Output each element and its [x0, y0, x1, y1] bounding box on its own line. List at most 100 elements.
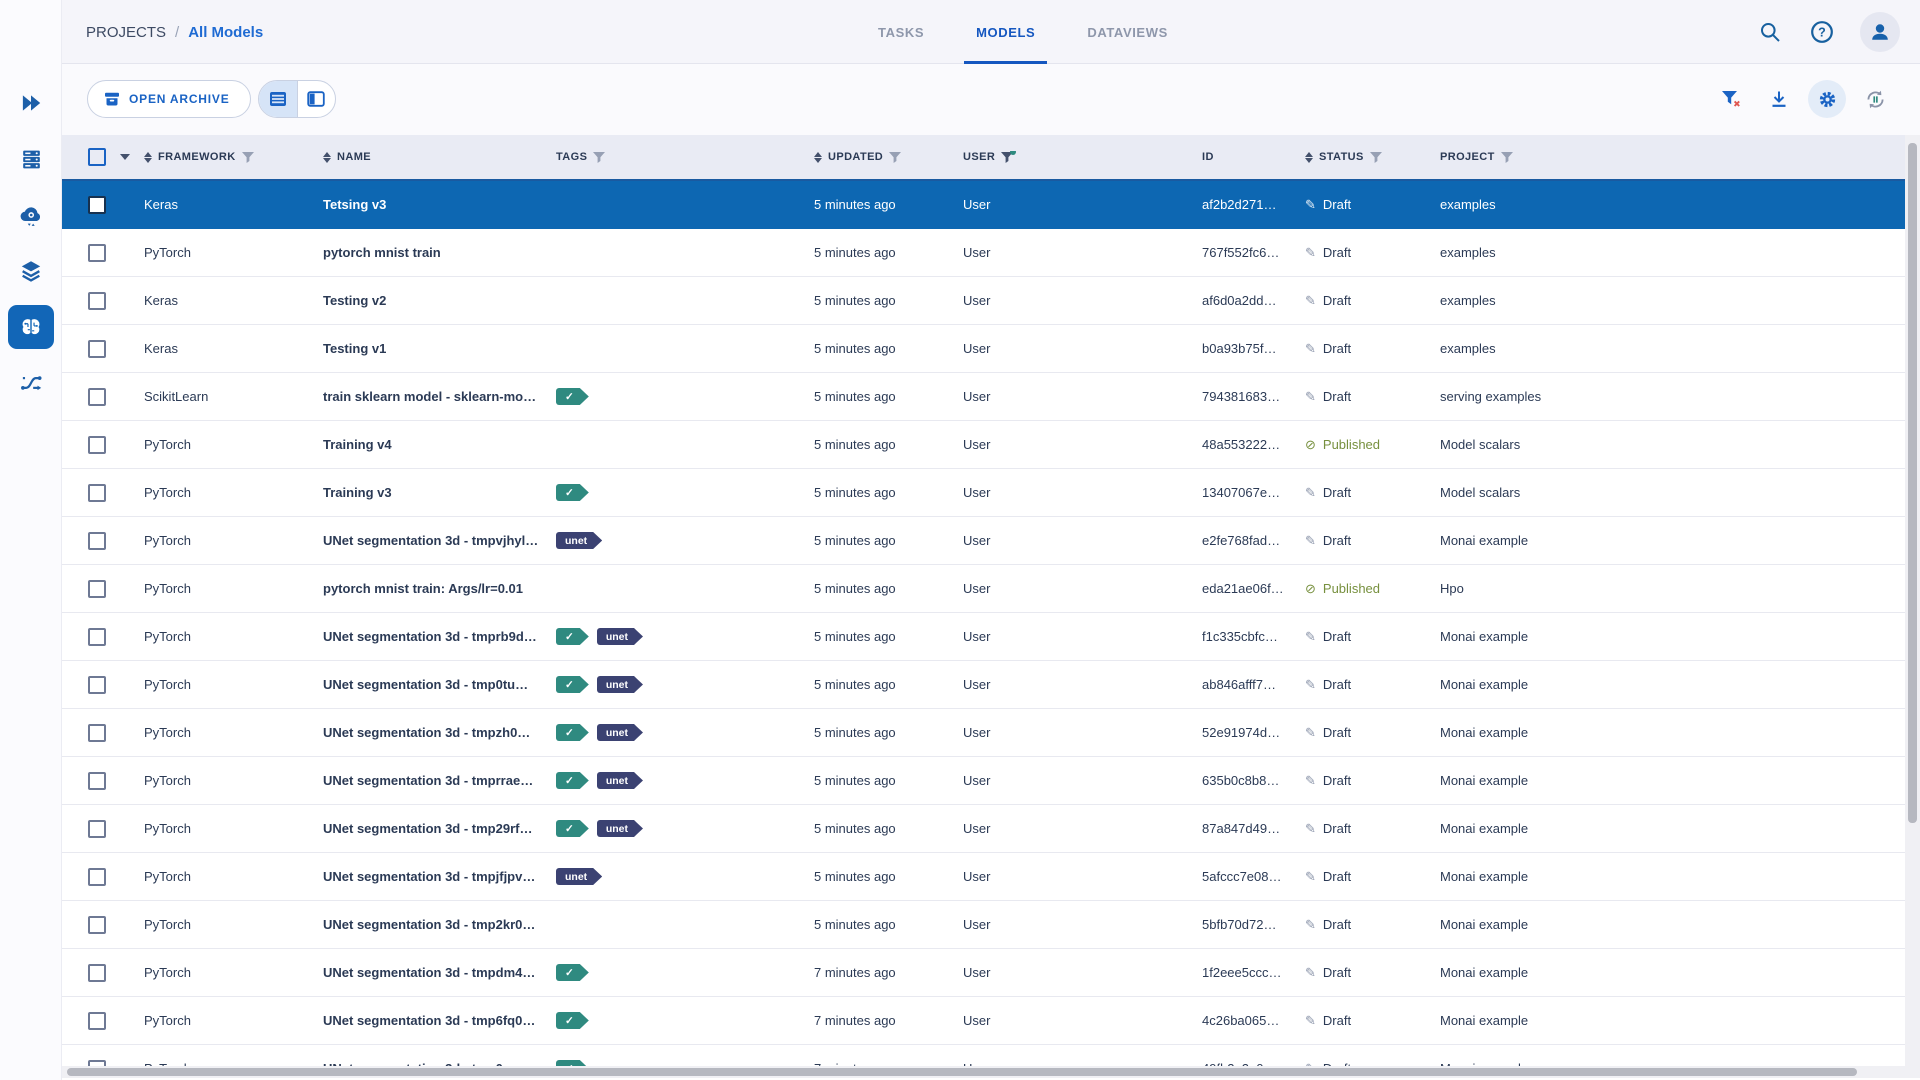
row-checkbox[interactable] — [88, 1012, 106, 1030]
table-row[interactable]: PyTorch UNet segmentation 3d - tmpjfjpv…… — [62, 853, 1905, 901]
table-view-button[interactable] — [259, 81, 297, 117]
table-row[interactable]: PyTorch UNet segmentation 3d - tmprb9d… … — [62, 613, 1905, 661]
table-row[interactable]: PyTorch Training v4 5 minutes ago User 4… — [62, 421, 1905, 469]
sort-icon[interactable] — [1305, 152, 1313, 163]
header-tags[interactable]: TAGS — [550, 151, 808, 163]
sidebar-item-models[interactable] — [8, 305, 54, 349]
table-row[interactable]: PyTorch pytorch mnist train: Args/lr=0.0… — [62, 565, 1905, 613]
cell-name[interactable]: UNet segmentation 3d - tmp2kr0… — [317, 917, 550, 932]
table-row[interactable]: PyTorch UNet segmentation 3d - tmp2kr0… … — [62, 901, 1905, 949]
sidebar-item-workers-queues[interactable] — [8, 137, 54, 181]
header-status[interactable]: STATUS — [1300, 151, 1434, 163]
table-row[interactable]: PyTorch UNet segmentation 3d - tmp0tu… ✓… — [62, 661, 1905, 709]
row-checkbox[interactable] — [88, 532, 106, 550]
row-checkbox[interactable] — [88, 868, 106, 886]
cell-name[interactable]: train sklearn model - sklearn-mo… — [317, 389, 550, 404]
cell-name[interactable]: UNet segmentation 3d - tmpzh0… — [317, 725, 550, 740]
table-row[interactable]: Keras Tetsing v3 5 minutes ago User af2b… — [62, 181, 1905, 229]
tab-models[interactable]: MODELS — [950, 0, 1061, 64]
row-checkbox[interactable] — [88, 388, 106, 406]
row-checkbox[interactable] — [88, 436, 106, 454]
horizontal-scrollbar[interactable] — [62, 1066, 1920, 1078]
tab-tasks[interactable]: TASKS — [852, 0, 950, 64]
cell-name[interactable]: Testing v1 — [317, 341, 550, 356]
help-button[interactable]: ? — [1808, 18, 1836, 46]
cell-name[interactable]: UNet segmentation 3d - tmprrae… — [317, 773, 550, 788]
row-checkbox[interactable] — [88, 196, 106, 214]
search-button[interactable] — [1756, 18, 1784, 46]
cell-name[interactable]: UNet segmentation 3d - tmpvjhyl… — [317, 533, 550, 548]
cell-name[interactable]: Training v4 — [317, 437, 550, 452]
clear-filters-button[interactable] — [1712, 80, 1750, 118]
sort-icon[interactable] — [144, 152, 152, 163]
row-checkbox[interactable] — [88, 484, 106, 502]
sort-icon[interactable] — [814, 152, 822, 163]
row-checkbox[interactable] — [88, 964, 106, 982]
table-row[interactable]: PyTorch UNet segmentation 3d - tmpzh0… ✓… — [62, 709, 1905, 757]
cell-name[interactable]: pytorch mnist train: Args/lr=0.01 — [317, 581, 550, 596]
header-project[interactable]: PROJECT — [1434, 151, 1905, 163]
table-row[interactable]: PyTorch UNet segmentation 3d - tmp0ap… ✓… — [62, 1045, 1905, 1066]
cell-name[interactable]: Training v3 — [317, 485, 550, 500]
auto-refresh-button[interactable] — [1856, 80, 1894, 118]
vertical-scrollbar[interactable] — [1905, 135, 1920, 1066]
cell-name[interactable]: UNet segmentation 3d - tmpjfjpv… — [317, 869, 550, 884]
table-row[interactable]: PyTorch Training v3 ✓ 5 minutes ago User… — [62, 469, 1905, 517]
cell-name[interactable]: Tetsing v3 — [317, 197, 550, 212]
header-name[interactable]: NAME — [317, 151, 550, 163]
row-checkbox[interactable] — [88, 772, 106, 790]
header-user[interactable]: USER — [957, 151, 1197, 163]
cell-name[interactable]: UNet segmentation 3d - tmp0tu… — [317, 677, 550, 692]
cell-name[interactable]: pytorch mnist train — [317, 245, 550, 260]
download-button[interactable] — [1760, 80, 1798, 118]
table-row[interactable]: PyTorch UNet segmentation 3d - tmpvjhyl…… — [62, 517, 1905, 565]
table-row[interactable]: Keras Testing v2 5 minutes ago User af6d… — [62, 277, 1905, 325]
table-row[interactable]: PyTorch UNet segmentation 3d - tmp29rf… … — [62, 805, 1905, 853]
sidebar-item-pipelines[interactable] — [8, 361, 54, 405]
cell-name[interactable]: Testing v2 — [317, 293, 550, 308]
header-framework[interactable]: FRAMEWORK — [140, 151, 317, 163]
row-checkbox[interactable] — [88, 340, 106, 358]
table-row[interactable]: Keras Testing v1 5 minutes ago User b0a9… — [62, 325, 1905, 373]
cell-name[interactable]: UNet segmentation 3d - tmp6fq0… — [317, 1013, 550, 1028]
filter-icon-active[interactable] — [1001, 152, 1013, 163]
breadcrumb-root[interactable]: PROJECTS — [86, 24, 166, 41]
detail-view-button[interactable] — [297, 81, 335, 117]
sidebar-item-projects[interactable] — [8, 81, 54, 125]
select-all-checkbox[interactable] — [88, 148, 106, 166]
breadcrumb-current[interactable]: All Models — [188, 24, 263, 41]
cell-name[interactable]: UNet segmentation 3d - tmp29rf… — [317, 821, 550, 836]
row-checkbox[interactable] — [88, 916, 106, 934]
table-row[interactable]: PyTorch UNet segmentation 3d - tmp6fq0… … — [62, 997, 1905, 1045]
table-row[interactable]: ScikitLearn train sklearn model - sklear… — [62, 373, 1905, 421]
header-updated[interactable]: UPDATED — [808, 151, 957, 163]
row-checkbox[interactable] — [88, 580, 106, 598]
row-checkbox[interactable] — [88, 292, 106, 310]
filter-icon[interactable] — [1501, 152, 1513, 163]
sidebar-item-autoscalers[interactable] — [8, 193, 54, 237]
horizontal-scrollbar-thumb[interactable] — [67, 1068, 1857, 1076]
sort-icon[interactable] — [323, 152, 331, 163]
table-row[interactable]: PyTorch UNet segmentation 3d - tmpdm4… ✓… — [62, 949, 1905, 997]
filter-icon[interactable] — [889, 152, 901, 163]
select-dropdown-caret-icon[interactable] — [120, 154, 130, 160]
vertical-scrollbar-thumb[interactable] — [1908, 143, 1917, 823]
header-id[interactable]: ID — [1197, 151, 1300, 163]
user-avatar[interactable] — [1860, 12, 1900, 52]
row-checkbox[interactable] — [88, 724, 106, 742]
row-checkbox[interactable] — [88, 628, 106, 646]
filter-icon[interactable] — [593, 152, 605, 163]
row-checkbox[interactable] — [88, 676, 106, 694]
cell-name[interactable]: UNet segmentation 3d - tmprb9d… — [317, 629, 550, 644]
table-row[interactable]: PyTorch UNet segmentation 3d - tmprrae… … — [62, 757, 1905, 805]
cell-name[interactable]: UNet segmentation 3d - tmpdm4… — [317, 965, 550, 980]
open-archive-button[interactable]: OPEN ARCHIVE — [87, 80, 251, 118]
row-checkbox[interactable] — [88, 244, 106, 262]
table-row[interactable]: PyTorch pytorch mnist train 5 minutes ag… — [62, 229, 1905, 277]
filter-icon[interactable] — [242, 152, 254, 163]
tab-dataviews[interactable]: DATAVIEWS — [1061, 0, 1194, 64]
row-checkbox[interactable] — [88, 820, 106, 838]
sidebar-item-datasets[interactable] — [8, 249, 54, 293]
settings-button[interactable] — [1808, 80, 1846, 118]
filter-icon[interactable] — [1370, 152, 1382, 163]
